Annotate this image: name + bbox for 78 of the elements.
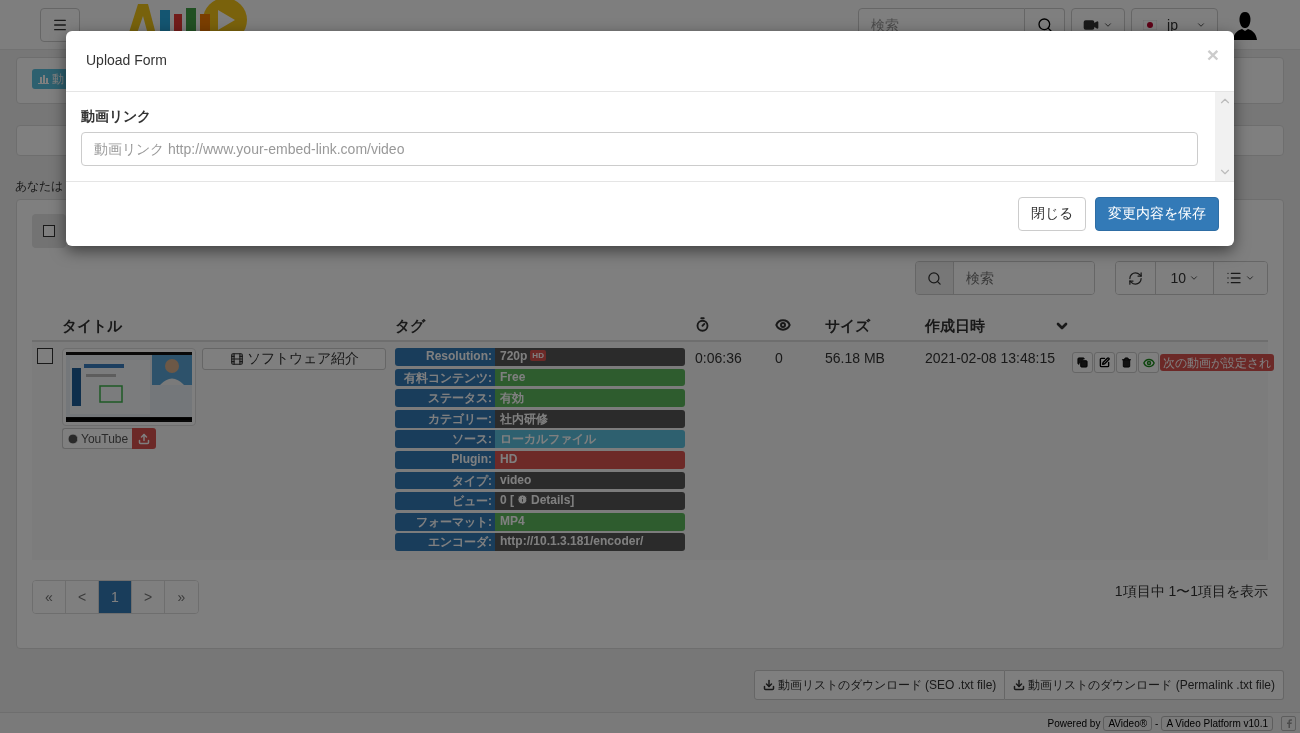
select-all-button[interactable]: [32, 214, 66, 248]
facebook-icon: [1284, 718, 1293, 728]
tag-label: ビュー:: [395, 492, 495, 510]
details-link[interactable]: Details]: [531, 493, 575, 508]
status-label: 次の動画が設定され: [1160, 354, 1274, 371]
copy-icon: [1077, 357, 1088, 368]
tag-value: ローカルファイル: [495, 430, 685, 449]
views-cell-text: 0: [775, 349, 784, 368]
close-dialog-button[interactable]: 閉じる: [1018, 197, 1086, 231]
delete-button[interactable]: [1116, 352, 1137, 373]
column-header: サイズ: [825, 316, 872, 336]
tag-label: カテゴリー:: [395, 409, 495, 428]
duration-cell-text: 0:06:36: [695, 349, 743, 368]
tag-value: MP4: [495, 512, 685, 531]
tag-value: http://10.1.3.181/encoder/: [495, 533, 685, 552]
chart-icon: [38, 74, 49, 84]
table-search-field[interactable]: 検索: [915, 261, 1096, 295]
visibility-button[interactable]: [1138, 352, 1159, 373]
youtube-button[interactable]: YouTube: [62, 428, 133, 449]
tag-value: video: [495, 471, 685, 490]
eye-icon: [1142, 356, 1155, 369]
select-all-checkbox[interactable]: [43, 225, 55, 237]
dialog-title: Upload Form: [86, 52, 167, 68]
edit-button[interactable]: [1094, 352, 1115, 373]
tag-label: エンコーダ:: [395, 533, 495, 552]
tag-label: ソース:: [395, 430, 495, 449]
tag-label: Resolution:: [395, 348, 495, 366]
tag-label: ステータス:: [395, 389, 495, 407]
pagination-summary: 1項目中 1〜1項目を表示: [1114, 583, 1268, 601]
refresh-button[interactable]: [1116, 262, 1157, 294]
column-header: タイトル: [62, 316, 123, 336]
download-button[interactable]: 動画リストのダウンロード (SEO .txt file): [753, 670, 1006, 700]
caret-icon: [1245, 273, 1255, 283]
platform-link[interactable]: A Video Platform v10.1: [1161, 715, 1273, 731]
info-icon: [517, 494, 528, 506]
tag-label: Plugin:: [395, 450, 495, 469]
column-header: タグ: [395, 316, 427, 336]
tag-value: 0 [ Details]: [495, 492, 685, 510]
tag-value: 有効: [495, 389, 685, 407]
search-icon: [927, 270, 943, 286]
product-link[interactable]: AVideo®: [1103, 715, 1153, 731]
edit-icon: [1099, 357, 1110, 368]
list-icon: [1226, 270, 1242, 286]
download-button[interactable]: 動画リストのダウンロード (Permalink .txt file): [1005, 670, 1284, 700]
page-button[interactable]: 1: [99, 581, 132, 613]
tag-label: タイプ:: [395, 471, 495, 490]
date-cell-text: 2021-02-08 13:48:15: [925, 349, 1056, 368]
tag-value: 720p HD: [495, 348, 685, 366]
trash-icon: [1121, 357, 1132, 368]
download-icon: [762, 679, 775, 691]
search-icon: [1036, 16, 1053, 33]
upload-icon: [138, 432, 151, 445]
tag-value: Free: [495, 368, 685, 387]
tag-value: HD: [495, 450, 685, 469]
notice-text: あなたは: [15, 178, 64, 195]
film-icon: [229, 352, 244, 366]
tag-value: 社内研修: [495, 409, 685, 428]
upload-button[interactable]: [132, 428, 157, 449]
save-button[interactable]: 変更内容を保存: [1095, 197, 1219, 231]
menu-button[interactable]: [40, 7, 80, 42]
tag-label: フォーマット:: [395, 512, 495, 531]
stopwatch-icon: [695, 317, 710, 332]
row-checkbox[interactable]: [37, 348, 53, 364]
column-header: 作成日時: [925, 316, 985, 336]
eye-icon: [775, 316, 791, 333]
video-link-field[interactable]: 動画リンク http://www.your-embed-link.com/video: [81, 132, 1198, 166]
separator-text: -: [1155, 717, 1159, 729]
page-button[interactable]: «: [33, 581, 66, 613]
refresh-icon: [1128, 270, 1144, 286]
caret-icon: [1189, 273, 1199, 283]
hd-badge: HD: [530, 350, 546, 361]
field-label: 動画リンク: [81, 108, 152, 126]
download-icon: [1013, 679, 1026, 691]
size-cell-text: 56.18 MB: [825, 349, 886, 368]
video-title-button[interactable]: ソフトウェア紹介: [202, 348, 386, 370]
copy-button[interactable]: [1072, 352, 1093, 373]
tag-label: 有料コンテンツ:: [395, 368, 495, 387]
powered-by-text: Powered by: [1047, 717, 1101, 729]
